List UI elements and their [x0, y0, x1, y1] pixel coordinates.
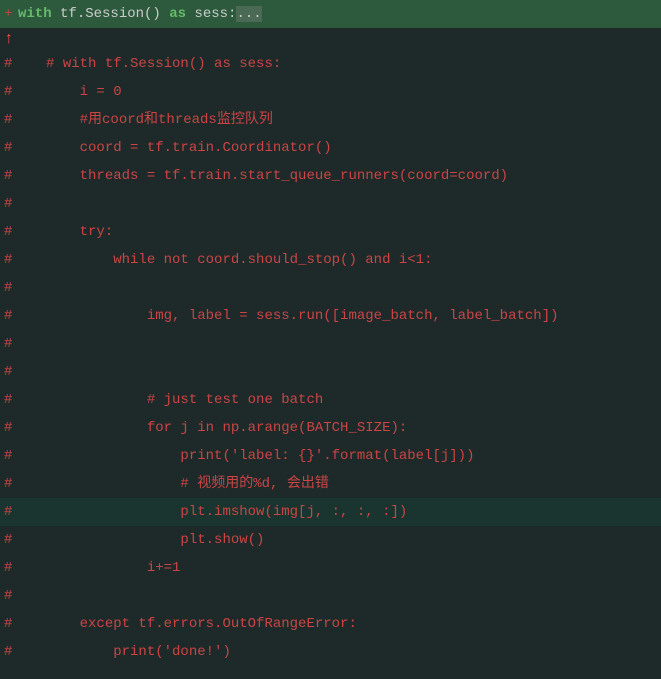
content-18: plt.show()	[12, 526, 264, 554]
gutter-6: #	[4, 190, 12, 218]
code-line-20: #	[0, 582, 661, 610]
content-2: i = 0	[12, 78, 121, 106]
code-line-4: # coord = tf.train.Coordinator()	[0, 134, 661, 162]
code-line-17-selected: # plt.imshow(img[j, :, :, :])	[0, 498, 661, 526]
code-line-2: # i = 0	[0, 78, 661, 106]
code-line-10: # img, label = sess.run([image_batch, la…	[0, 302, 661, 330]
content-15: print('label: {}'.format(label[j]))	[12, 442, 474, 470]
gutter-13: #	[4, 386, 12, 414]
content-5: threads = tf.train.start_queue_runners(c…	[12, 162, 508, 190]
gutter-16: #	[4, 470, 12, 498]
code-line-5: # threads = tf.train.start_queue_runners…	[0, 162, 661, 190]
code-line-14: # for j in np.arange(BATCH_SIZE):	[0, 414, 661, 442]
code-line-21: # except tf.errors.OutOfRangeError:	[0, 610, 661, 638]
content-4: coord = tf.train.Coordinator()	[12, 134, 331, 162]
gutter-15: #	[4, 442, 12, 470]
content-21: except tf.errors.OutOfRangeError:	[12, 610, 356, 638]
gutter-18: #	[4, 526, 12, 554]
code-line-15: # print('label: {}'.format(label[j]))	[0, 442, 661, 470]
code-line-12: #	[0, 358, 661, 386]
content-22: print('done!')	[12, 638, 230, 666]
line-gutter-top: +	[4, 0, 18, 28]
keyword-as: as	[169, 6, 186, 22]
gutter-19: #	[4, 554, 12, 582]
code-line-9: #	[0, 274, 661, 302]
ellipsis-highlight: ...	[236, 6, 261, 22]
code-editor: + with tf.Session() as sess:... ↑ # # wi…	[0, 0, 661, 679]
code-line-19: # i+=1	[0, 554, 661, 582]
code-line-3: # #用coord和threads监控队列	[0, 106, 661, 134]
gutter-17: #	[4, 498, 12, 526]
content-7: try:	[12, 218, 113, 246]
gutter-20: #	[4, 582, 12, 610]
gutter-14: #	[4, 414, 12, 442]
code-line-1: # # with tf.Session() as sess:	[0, 50, 661, 78]
content-19: i+=1	[12, 554, 180, 582]
keyword-with: with	[18, 6, 52, 22]
line-content-top: with tf.Session() as sess:...	[18, 0, 262, 28]
code-line-13: # # just test one batch	[0, 386, 661, 414]
code-line-16: # # 视频用的%d, 会出错	[0, 470, 661, 498]
gutter-10: #	[4, 302, 12, 330]
code-line-18: # plt.show()	[0, 526, 661, 554]
content-17: plt.imshow(img[j, :, :, :])	[12, 498, 407, 526]
arrow-icon: ↑	[4, 30, 14, 48]
gutter-8: #	[4, 246, 12, 274]
code-line-22: # print('done!')	[0, 638, 661, 666]
content-16: # 视频用的%d, 会出错	[12, 470, 328, 498]
gutter-22: #	[4, 638, 12, 666]
gutter-11: #	[4, 330, 12, 358]
gutter-2: #	[4, 78, 12, 106]
code-line-7: # try:	[0, 218, 661, 246]
gutter-12: #	[4, 358, 12, 386]
gutter-7: #	[4, 218, 12, 246]
content-10: img, label = sess.run([image_batch, labe…	[12, 302, 558, 330]
arrow-line: ↑	[0, 28, 661, 50]
gutter-1: #	[4, 50, 12, 78]
gutter-5: #	[4, 162, 12, 190]
content-1: # with tf.Session() as sess:	[12, 50, 281, 78]
code-line-6: #	[0, 190, 661, 218]
code-line-11: #	[0, 330, 661, 358]
content-3: #用coord和threads监控队列	[12, 106, 272, 134]
gutter-21: #	[4, 610, 12, 638]
content-13: # just test one batch	[12, 386, 323, 414]
content-8: while not coord.should_stop() and i<1:	[12, 246, 432, 274]
code-line-8: # while not coord.should_stop() and i<1:	[0, 246, 661, 274]
first-code-line: + with tf.Session() as sess:...	[0, 0, 661, 28]
content-14: for j in np.arange(BATCH_SIZE):	[12, 414, 407, 442]
gutter-3: #	[4, 106, 12, 134]
gutter-9: #	[4, 274, 12, 302]
gutter-4: #	[4, 134, 12, 162]
